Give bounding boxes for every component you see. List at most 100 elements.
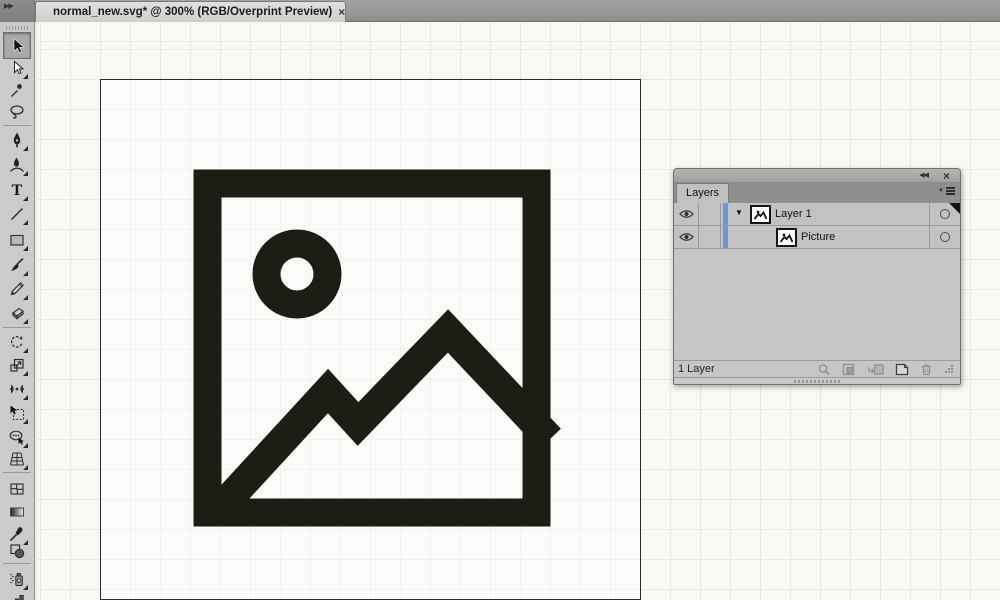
lasso-icon (10, 105, 24, 119)
tool-pen[interactable] (5, 128, 29, 152)
expand-triangle-icon[interactable]: ▼ (735, 208, 747, 217)
tool-gradient[interactable] (5, 500, 29, 524)
toolbar-separator (3, 327, 31, 328)
tool-perspective-grid[interactable] (5, 447, 29, 471)
layer-row-layer1[interactable]: ▼ Layer 1 (674, 203, 960, 226)
object-thumbnail[interactable] (776, 228, 797, 247)
tool-eraser[interactable] (5, 301, 29, 325)
type-icon: T (12, 182, 23, 199)
tool-rectangle[interactable] (5, 228, 29, 252)
visibility-toggle[interactable] (674, 226, 699, 248)
tab-close-icon[interactable]: × (338, 6, 345, 18)
lock-toggle[interactable] (699, 226, 721, 248)
mesh-icon (10, 483, 24, 495)
picture-thumb-icon (754, 210, 767, 220)
tool-pencil[interactable] (5, 277, 29, 301)
tool-rotate[interactable] (5, 330, 29, 354)
tool-width[interactable] (5, 377, 29, 401)
perspective-grid-icon (10, 452, 24, 466)
panel-status-bar: 1 Layer (674, 360, 960, 377)
canvas[interactable]: ◀◀ × Layers ▼ ▼ Layer 1 Picture 1 Layer (36, 22, 1000, 600)
eraser-icon (12, 307, 24, 320)
artboard[interactable] (100, 79, 641, 600)
shape-builder-icon (9, 430, 24, 445)
document-tab-title: normal_new.svg* @ 300% (RGB/Overprint Pr… (53, 6, 333, 18)
layers-list: ▼ Layer 1 Picture (674, 203, 960, 360)
gradient-icon (10, 507, 24, 517)
tool-type[interactable]: T (5, 178, 29, 202)
layer-thumbnail[interactable] (750, 205, 771, 224)
layers-tab[interactable]: Layers (676, 183, 730, 203)
collapse-to-icons-icon[interactable]: ◀◀ (919, 171, 929, 179)
free-transform-icon (10, 405, 25, 421)
target-circle[interactable] (940, 232, 950, 242)
tool-mesh[interactable] (5, 477, 29, 501)
rotate-icon (10, 335, 23, 348)
make-clipping-mask-icon[interactable] (842, 363, 857, 376)
create-new-sublayer-icon[interactable] (868, 363, 884, 376)
panel-menu-icon[interactable]: ▼ (938, 187, 955, 195)
selection-arrow-icon (13, 37, 25, 53)
illustrator-window: ▶▶ normal_new.svg* @ 300% (RGB/Overprint… (0, 0, 1000, 600)
blend-icon (10, 544, 25, 559)
tool-curvature[interactable] (5, 153, 29, 177)
toolbar-separator (3, 472, 31, 473)
column-graph-icon (15, 595, 24, 600)
tool-column-graph[interactable] (5, 591, 29, 600)
picture-thumb-icon (780, 233, 793, 243)
curvature-pen-icon (10, 157, 24, 172)
tool-lasso[interactable] (5, 100, 29, 124)
selection-color-bar (723, 226, 728, 248)
layers-tab-label: Layers (686, 187, 720, 199)
toolbar-separator (3, 125, 31, 126)
magic-wand-icon (11, 84, 22, 97)
tool-shape-builder[interactable] (5, 425, 29, 449)
layer-row-picture[interactable]: Picture (674, 226, 960, 249)
eye-icon (678, 210, 694, 218)
delete-selection-icon[interactable] (920, 363, 933, 376)
tool-free-transform[interactable] (5, 401, 29, 425)
tool-blend[interactable] (5, 539, 29, 563)
locate-object-icon[interactable] (817, 363, 831, 376)
lock-toggle[interactable] (699, 203, 721, 225)
tool-selection[interactable] (3, 32, 31, 59)
document-tab[interactable]: normal_new.svg* @ 300% (RGB/Overprint Pr… (35, 1, 346, 22)
eye-icon (678, 233, 694, 241)
panel-close-icon[interactable]: × (943, 169, 950, 183)
selection-color-bar (723, 203, 728, 225)
tool-paintbrush[interactable] (5, 253, 29, 277)
tool-line-segment[interactable] (5, 202, 29, 226)
layer-name[interactable]: Layer 1 (775, 208, 812, 220)
expand-panel-arrows-icon[interactable]: ▶▶ (4, 2, 14, 10)
layer-count: 1 Layer (678, 363, 715, 375)
width-tool-icon (10, 384, 24, 394)
target-cell (929, 226, 960, 248)
direct-selection-arrow-icon (14, 60, 25, 75)
line-segment-icon (11, 208, 23, 220)
tool-direct-selection[interactable] (5, 56, 29, 80)
rectangle-icon (10, 234, 24, 246)
symbol-sprayer-icon (10, 573, 23, 586)
scale-icon (10, 358, 24, 372)
tool-magic-wand[interactable] (5, 78, 29, 102)
create-new-layer-icon[interactable] (895, 363, 909, 376)
tool-symbol-sprayer[interactable] (5, 567, 29, 591)
layers-panel: ◀◀ × Layers ▼ ▼ Layer 1 Picture 1 Layer (673, 168, 961, 385)
svg-text:T: T (12, 182, 23, 199)
toolbar-collapse-strip[interactable]: ▶▶ (0, 0, 35, 22)
pencil-icon (10, 282, 24, 296)
toolbar-grip[interactable] (6, 26, 28, 30)
toolbar-separator (3, 563, 31, 564)
panel-title-bar[interactable]: ◀◀ × (674, 169, 960, 183)
paintbrush-icon (11, 257, 24, 271)
object-name[interactable]: Picture (801, 231, 835, 243)
tools-panel: T (0, 22, 35, 600)
panel-drag-bar[interactable] (674, 377, 960, 384)
panel-resize-grip-icon[interactable] (944, 364, 954, 374)
tool-scale[interactable] (5, 353, 29, 377)
document-tab-bar: ▶▶ normal_new.svg* @ 300% (RGB/Overprint… (0, 0, 1000, 22)
pen-icon (13, 132, 21, 148)
panel-tab-bar: Layers ▼ (674, 183, 960, 203)
visibility-toggle[interactable] (674, 203, 699, 225)
target-circle[interactable] (940, 209, 950, 219)
